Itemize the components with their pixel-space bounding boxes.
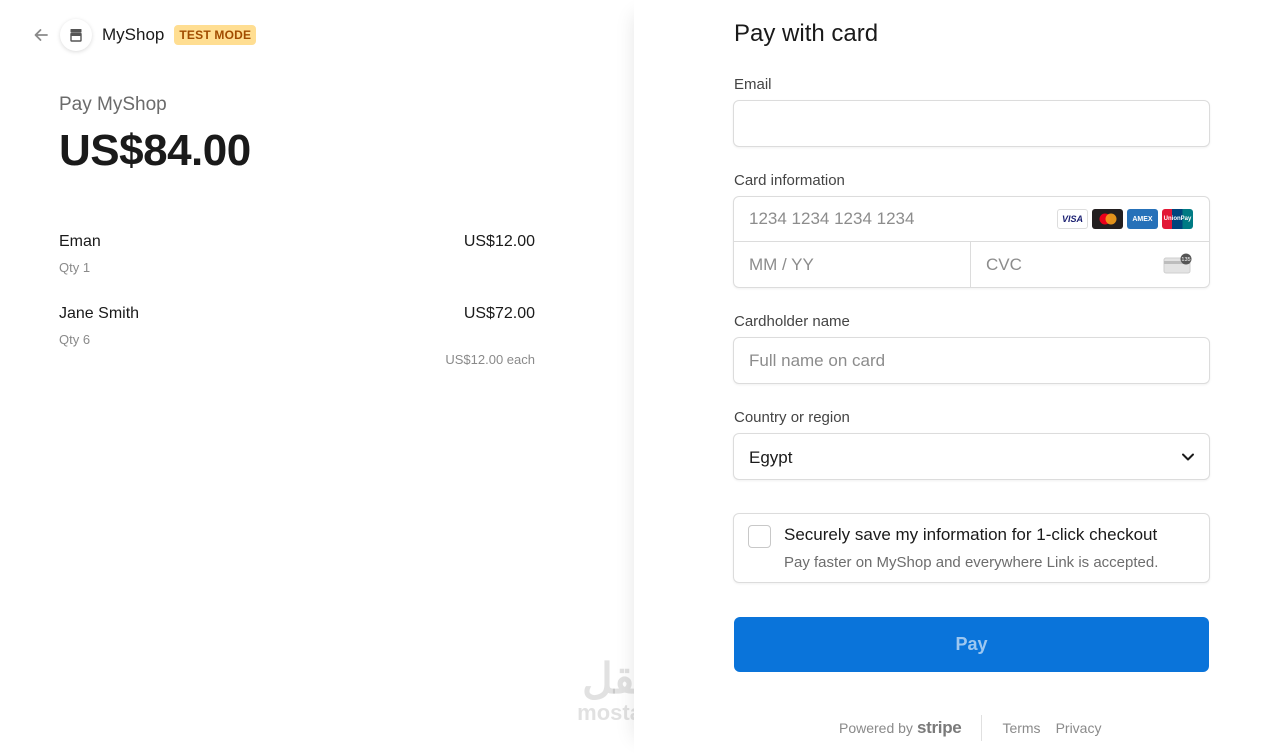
cardholder-label: Cardholder name [734, 313, 850, 330]
card-info-label: Card information [734, 172, 845, 189]
shop-name: MyShop [102, 25, 165, 44]
card-number-row: VISA AMEX UnionPay [734, 197, 1209, 242]
email-field[interactable] [734, 101, 1209, 146]
line-item-qty: Qty 6 [59, 332, 91, 347]
cvc-card-icon: 135 [1163, 253, 1193, 280]
cardholder-name-input[interactable] [734, 338, 1209, 383]
line-item-name: Jane Smith [59, 305, 140, 322]
test-mode-badge: TEST MODE [174, 25, 257, 45]
stripe-logo[interactable]: stripe [917, 718, 962, 738]
payment-form-panel: Pay with card Email Card information VIS… [634, 0, 1288, 753]
cvc-input[interactable] [971, 242, 1151, 288]
terms-link[interactable]: Terms [1002, 720, 1040, 736]
line-item: Jane Smith US$72.00 Qty 6 US$12.00 each [59, 305, 535, 375]
line-item-unit-price: US$12.00 each [445, 352, 535, 367]
save-info-checkbox[interactable] [748, 525, 771, 548]
back-arrow-icon[interactable] [30, 24, 52, 46]
amex-icon: AMEX [1127, 209, 1158, 229]
save-info-title: Securely save my information for 1-click… [784, 525, 1158, 544]
line-item-qty: Qty 1 [59, 260, 91, 275]
footer: Powered by stripe Terms Privacy [839, 715, 1116, 741]
line-item-name: Eman [59, 233, 101, 250]
email-label: Email [734, 76, 772, 93]
order-summary-panel: MyShop TEST MODE Pay MyShop US$84.00 Ema… [0, 0, 713, 753]
footer-divider [981, 715, 983, 741]
country-label: Country or region [734, 409, 850, 426]
privacy-link[interactable]: Privacy [1056, 720, 1102, 736]
expiry-cell [734, 242, 971, 288]
line-item: Eman US$12.00 Qty 1 [59, 233, 535, 283]
line-item-price: US$72.00 [463, 305, 535, 322]
chevron-down-icon [1181, 450, 1195, 469]
card-brands: VISA AMEX UnionPay [1057, 209, 1193, 229]
total-amount: US$84.00 [59, 126, 251, 175]
top-bar: MyShop TEST MODE [30, 16, 257, 54]
shop-store-icon [60, 19, 92, 51]
svg-text:135: 135 [1181, 257, 1190, 263]
pay-merchant-title: Pay MyShop [59, 94, 167, 115]
card-number-input[interactable] [734, 197, 1034, 241]
powered-by: Powered by stripe [839, 718, 962, 738]
visa-icon: VISA [1057, 209, 1088, 229]
mastercard-icon [1092, 209, 1123, 229]
powered-by-text: Powered by [839, 720, 913, 736]
cardholder-field-wrapper [733, 337, 1210, 384]
country-selected-value: Egypt [749, 448, 793, 467]
card-information-group: VISA AMEX UnionPay 135 [733, 196, 1210, 288]
save-info-box: Securely save my information for 1-click… [733, 513, 1210, 583]
expiry-input[interactable] [734, 242, 914, 288]
pay-button[interactable]: Pay [734, 617, 1209, 672]
form-title: Pay with card [734, 20, 879, 47]
save-info-subtitle: Pay faster on MyShop and everywhere Link… [784, 554, 1159, 571]
unionpay-icon: UnionPay [1162, 209, 1193, 229]
cvc-cell: 135 [971, 242, 1209, 288]
line-item-price: US$12.00 [463, 233, 535, 250]
country-select[interactable]: Egypt [733, 433, 1210, 480]
email-field-wrapper [733, 100, 1210, 147]
